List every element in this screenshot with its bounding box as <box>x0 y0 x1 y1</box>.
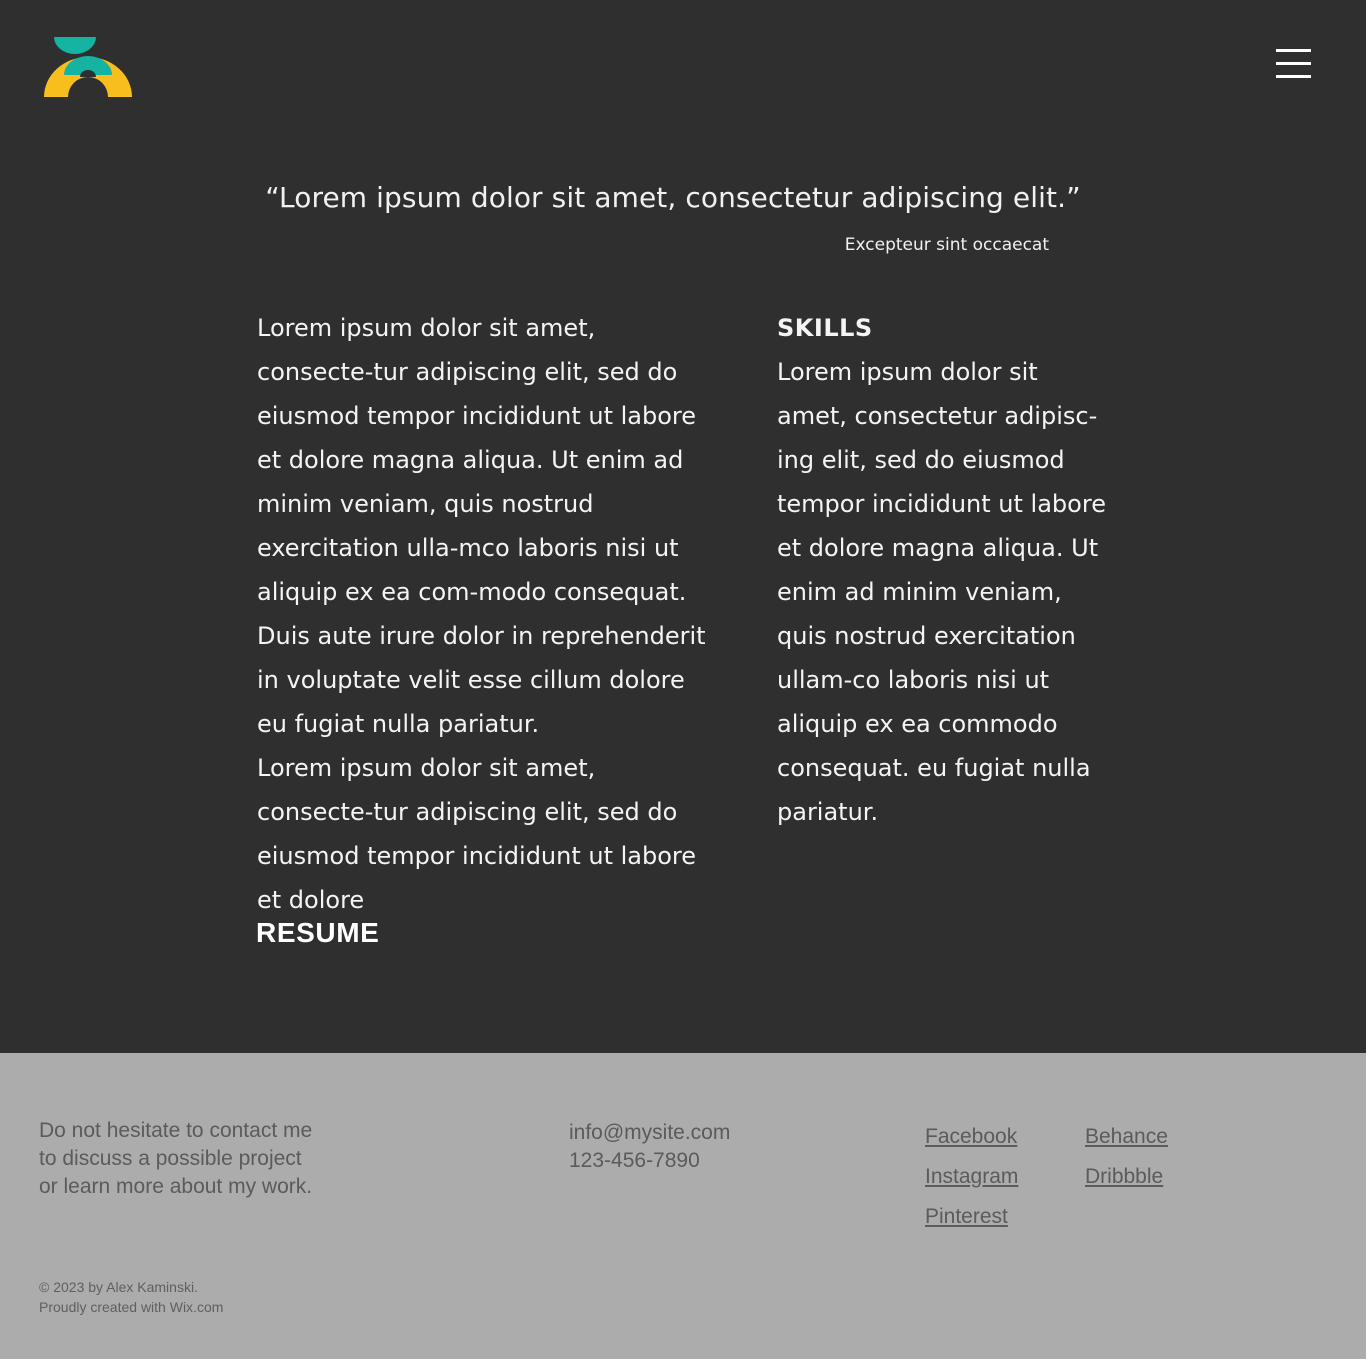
contact-info: info@mysite.com 123-456-7890 <box>569 1119 730 1175</box>
about-paragraph: Lorem ipsum dolor sit amet, consecte-tur… <box>257 314 706 738</box>
quote-author: Excepteur sint occaecat <box>844 235 1049 255</box>
skills-column: SKILLS Lorem ipsum dolor sit amet, conse… <box>777 306 1112 834</box>
phone-number: 123-456-7890 <box>569 1149 700 1172</box>
quote-text: “Lorem ipsum dolor sit amet, consectetur… <box>265 181 1081 214</box>
dribbble-link[interactable]: Dribbble <box>1085 1163 1163 1191</box>
facebook-link[interactable]: Facebook <box>925 1123 1017 1151</box>
hamburger-menu-icon[interactable] <box>1276 48 1312 80</box>
credit-text: Proudly created with Wix.com <box>39 1299 224 1315</box>
menu-line <box>1276 75 1311 78</box>
footer: Do not hesitate to contact me to discuss… <box>0 1053 1366 1359</box>
about-text-column: Lorem ipsum dolor sit amet, consecte-tur… <box>257 306 707 922</box>
skills-text: Lorem ipsum dolor sit amet, consectetur … <box>777 358 1106 826</box>
about-paragraph: Lorem ipsum dolor sit amet, consecte-tur… <box>257 754 697 914</box>
logo-mark-icon[interactable] <box>44 37 132 99</box>
resume-link[interactable]: RESUME <box>256 914 379 952</box>
instagram-link[interactable]: Instagram <box>925 1163 1018 1191</box>
email-link[interactable]: info@mysite.com <box>569 1119 730 1147</box>
behance-link[interactable]: Behance <box>1085 1123 1168 1151</box>
footer-blurb: Do not hesitate to contact me to discuss… <box>39 1119 313 1198</box>
menu-line <box>1276 62 1311 65</box>
copyright: © 2023 by Alex Kaminski. Proudly created… <box>39 1277 223 1317</box>
menu-line <box>1276 49 1311 52</box>
copyright-text: © 2023 by Alex Kaminski. <box>39 1279 198 1295</box>
main-section: “Lorem ipsum dolor sit amet, consectetur… <box>0 0 1366 1053</box>
skills-heading: SKILLS <box>777 314 873 342</box>
pinterest-link[interactable]: Pinterest <box>925 1203 1008 1231</box>
